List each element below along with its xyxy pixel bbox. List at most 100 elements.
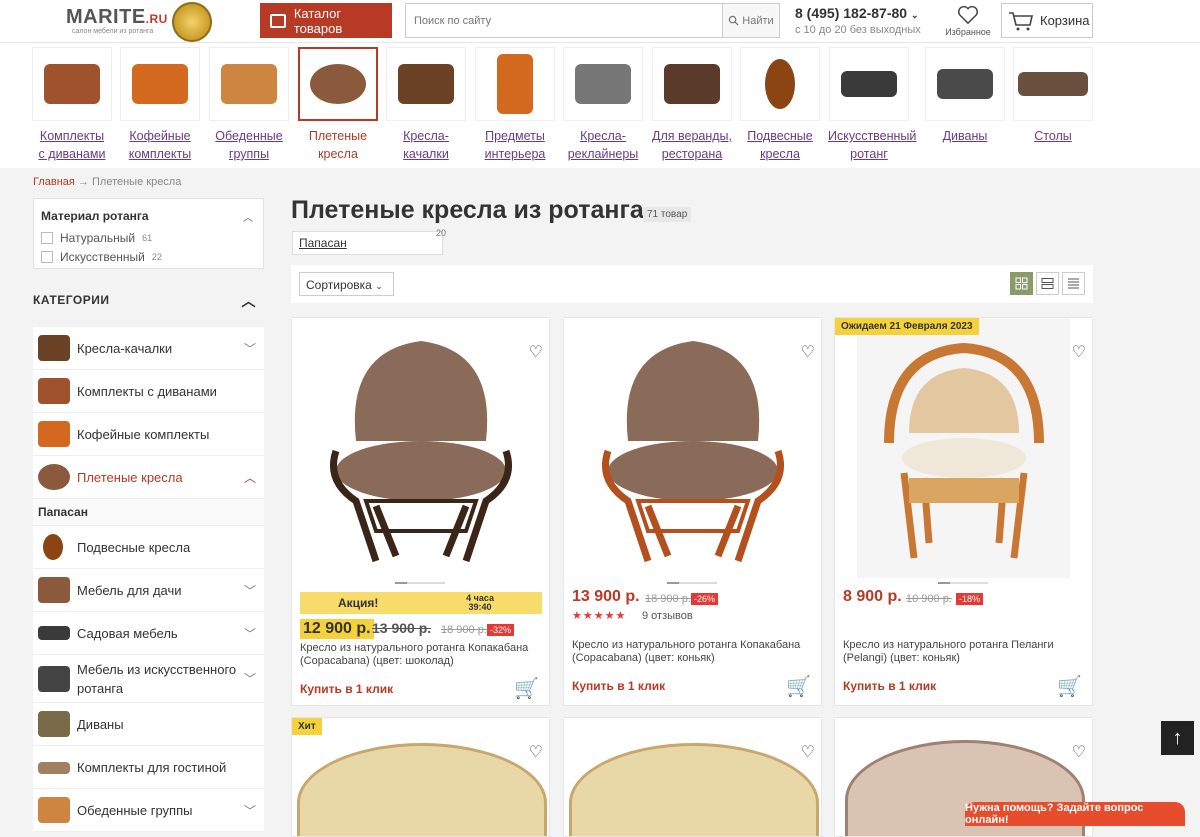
sidebar-category-list: Кресла-качалки ﹀ Комплекты с диванами Коф… [33,327,264,832]
phone-number[interactable]: 8 (495) 182-87-80 ⌄ [795,5,919,21]
product-name[interactable]: Кресло из натурального ротанга Копакабан… [572,639,812,665]
category-artificial-rattan[interactable]: Искусственный ротанг [828,47,916,163]
reviews-count[interactable]: 9 отзывов [642,610,693,622]
search-input[interactable] [406,4,722,37]
sidebar-item-dacha-furniture[interactable]: Мебель для дачи ﹀ [33,569,264,612]
list-view-button[interactable] [1036,272,1059,295]
filter-option-count: 61 [142,233,153,243]
header: MARITE.RU салон мебели из ротанга Катало… [0,0,1200,43]
living-room-icon [38,762,70,774]
category-dining-groups[interactable]: Обеденные группы [208,47,290,163]
online-help-button[interactable]: Нужна помощь? Задайте вопрос онлайн! [965,802,1185,826]
sofa-image [937,69,993,99]
product-card[interactable]: ♡ Акция! 4 часа 39:40 12 900 р. 13 900 р. … [291,317,550,706]
dining-set-image [221,64,277,104]
sidebar-item-sofa-sets[interactable]: Комплекты с диванами [33,370,264,413]
papasan-cushion-image[interactable] [569,743,819,836]
category-interior-items[interactable]: Предметы интерьера [474,47,556,163]
filter-option-artificial[interactable]: Искусственный 22 [41,250,162,264]
category-veranda[interactable]: Для веранды, ресторана [651,47,733,163]
chair-image [329,340,512,562]
tag-papasan[interactable]: Папасан 20 [292,228,446,255]
chevron-down-icon[interactable]: ﹀ [244,582,256,599]
favorite-heart-icon[interactable]: ♡ [529,342,543,362]
cart-button[interactable]: Корзина [1001,3,1093,38]
chevron-down-icon[interactable]: ﹀ [244,340,256,357]
compact-view-button[interactable] [1062,272,1085,295]
product-price: 13 900 р. [572,588,640,605]
category-sofa-sets[interactable]: Комплекты с диванами [31,47,113,163]
scroll-to-top-button[interactable]: ↑ [1161,721,1194,755]
product-price: 12 900 р. [300,619,374,639]
sidebar-item-wicker-chairs[interactable]: Плетеные кресла ︿ [33,456,264,499]
checkbox[interactable] [41,232,53,244]
product-count-badge: 71 товар [643,207,692,222]
sidebar-item-sofas[interactable]: Диваны [33,703,264,746]
papasan-cushion-image[interactable] [297,743,547,836]
add-to-cart-icon[interactable]: 🛒 [786,674,811,699]
sidebar-item-label: Папасан [38,505,88,519]
artificial-rattan-image [841,71,897,97]
product-card[interactable]: ♡ [563,717,822,837]
logo-subtitle: салон мебели из ротанга [72,28,154,35]
chevron-down-icon[interactable]: ﹀ [244,670,256,689]
categories-heading-label: КАТЕГОРИИ [33,293,110,307]
checkbox[interactable] [41,251,53,263]
sidebar-item-artificial-rattan[interactable]: Мебель из искусственного ротанга ﹀ [33,655,264,703]
sidebar-subitem-papasan[interactable]: Папасан [33,499,264,526]
chevron-down-icon[interactable]: ﹀ [244,802,256,819]
catalog-button[interactable]: Каталог товаров [260,3,392,38]
product-name[interactable]: Кресло из натурального ротанга Пеланги (… [843,639,1083,665]
favorite-heart-icon[interactable]: ♡ [529,742,543,762]
chevron-up-icon[interactable]: ︿ [243,209,253,224]
image-pager [395,582,445,584]
search-button[interactable]: Найти [722,4,779,37]
grid-view-button[interactable] [1010,272,1033,295]
filter-option-natural[interactable]: Натуральный 61 [41,231,152,245]
product-image[interactable] [857,318,1070,578]
category-tables[interactable]: Столы [1012,47,1094,145]
discount-badge: -32% [487,624,515,636]
product-image[interactable] [574,323,811,578]
favorite-heart-icon[interactable]: ♡ [801,742,815,762]
breadcrumb-home[interactable]: Главная [33,176,75,188]
category-recliners[interactable]: Кресла-реклайнеры [562,47,644,163]
category-hanging-chairs[interactable]: Подвесные кресла [739,47,821,163]
sidebar-item-coffee-sets[interactable]: Кофейные комплекты [33,413,264,456]
category-coffee-sets[interactable]: Кофейные комплекты [119,47,201,163]
sidebar-item-label: Комплекты с диванами [77,383,217,399]
chevron-up-icon[interactable]: ︿ [244,469,256,486]
product-card[interactable]: ♡ 13 900 р. 18 900 р. -26% ★★★★★ 9 отзыв… [563,317,822,706]
add-to-cart-icon[interactable]: 🛒 [514,676,539,701]
sidebar-item-hanging-chairs[interactable]: Подвесные кресла [33,526,264,569]
category-wicker-chairs[interactable]: Плетеные кресла [297,47,379,163]
favorite-heart-icon[interactable]: ♡ [801,342,815,362]
category-rocking-chairs[interactable]: Кресла-качалки [385,47,467,163]
buy-one-click-button[interactable]: Купить в 1 клик [843,679,936,693]
buy-one-click-button[interactable]: Купить в 1 клик [300,682,393,696]
logo-text: MARITE [66,6,146,28]
favorites-link[interactable]: Избранное [943,5,993,37]
product-image[interactable] [302,323,539,578]
category-label: Кофейные комплекты [128,129,192,161]
breadcrumb: Главная → Плетеные кресла [33,176,181,188]
add-to-cart-icon[interactable]: 🛒 [1057,674,1082,699]
favorite-heart-icon[interactable]: ♡ [1072,742,1086,762]
product-card[interactable]: Ожидаем 21 Февраля 2023 ♡ 8 900 р. 10 90… [834,317,1093,706]
logo[interactable]: MARITE.RU салон мебели из ротанга [66,2,216,42]
buy-one-click-button[interactable]: Купить в 1 клик [572,679,665,693]
chevron-down-icon[interactable]: ﹀ [244,625,256,642]
product-card[interactable]: Хит ♡ [291,717,550,837]
list-icon [1041,278,1054,289]
sidebar-item-dining-groups[interactable]: Обеденные группы ﹀ [33,789,264,832]
product-name[interactable]: Кресло из натурального ротанга Копакабан… [300,642,540,668]
sidebar-item-rocking-chairs[interactable]: Кресла-качалки ﹀ [33,327,264,370]
sidebar-item-garden-furniture[interactable]: Садовая мебель ﹀ [33,612,264,655]
table-image [1018,72,1088,96]
categories-heading[interactable]: КАТЕГОРИИ ︿ [33,293,264,309]
discount-badge: -18% [956,593,984,605]
sort-dropdown[interactable]: Сортировка ⌄ [299,272,394,296]
sidebar-item-living-room-sets[interactable]: Комплекты для гостиной [33,746,264,789]
favorite-heart-icon[interactable]: ♡ [1072,342,1086,362]
category-sofas[interactable]: Диваны [924,47,1006,145]
